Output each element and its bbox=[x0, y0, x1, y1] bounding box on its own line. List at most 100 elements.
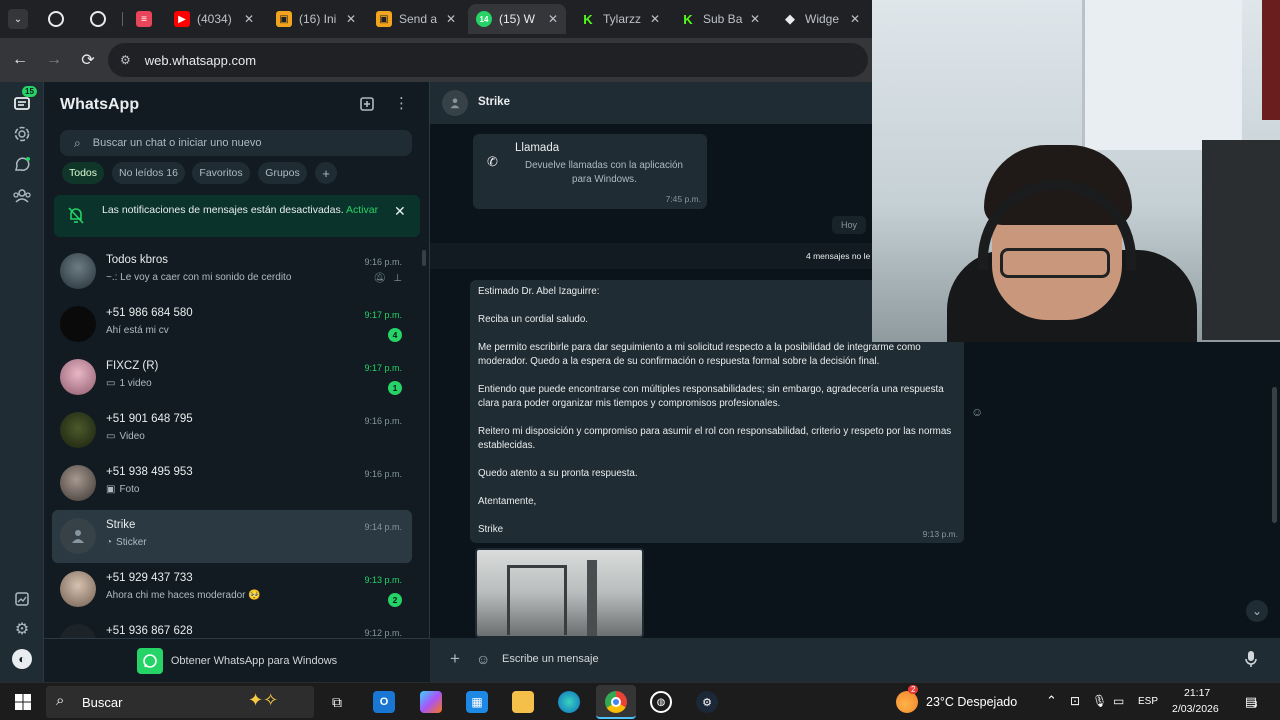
chat-row-strike[interactable]: Strike ◔ Sticker 9:14 p.m. bbox=[52, 510, 412, 563]
message-input[interactable]: Escribe un mensaje bbox=[502, 653, 1222, 665]
close-icon[interactable]: ✕ bbox=[548, 12, 558, 26]
browser-tab-whatsapp[interactable]: 14 (15) W ✕ bbox=[468, 4, 566, 34]
avatar bbox=[60, 306, 96, 342]
app-title: WhatsApp bbox=[60, 96, 140, 113]
site-info-icon[interactable]: ⚙ bbox=[120, 53, 131, 67]
taskbar-search[interactable]: ⌕ Buscar ✦✧ bbox=[46, 686, 314, 718]
back-button[interactable]: ← bbox=[10, 50, 30, 70]
scrollbar[interactable] bbox=[422, 250, 426, 266]
chat-row[interactable]: +51 936 867 628 9:12 p.m. bbox=[52, 616, 412, 638]
profile-avatar[interactable]: ◐ bbox=[12, 649, 32, 669]
get-app-label: Obtener WhatsApp para Windows bbox=[170, 654, 338, 667]
missed-call-icon: ✆ bbox=[487, 154, 498, 169]
chat-row[interactable]: +51 901 648 795 ▭ Video 9:16 p.m. bbox=[52, 404, 412, 457]
chat-row[interactable]: FIXCZ (R) ▭ 1 video 9:17 p.m. 1 bbox=[52, 351, 412, 404]
close-icon[interactable]: ✕ bbox=[244, 12, 254, 26]
contact-avatar[interactable] bbox=[442, 90, 468, 116]
chat-row-todos-kbros[interactable]: Todos kbros ~.: Le voy a caer con mi son… bbox=[52, 245, 412, 298]
edge-icon[interactable] bbox=[558, 691, 580, 713]
chat-row[interactable]: +51 986 684 580 Ahí está mi cv 9:17 p.m.… bbox=[52, 298, 412, 351]
obs-icon[interactable]: ◍ bbox=[650, 691, 672, 713]
filter-no-leidos[interactable]: No leídos 16 bbox=[112, 162, 185, 184]
browser-tab-4[interactable]: ▣ (16) Ini ✕ bbox=[268, 4, 364, 34]
get-app-link[interactable]: Obtener WhatsApp para Windows bbox=[44, 638, 430, 682]
communities-icon[interactable] bbox=[12, 186, 32, 206]
notifications-icon[interactable]: ▤ 3 bbox=[1240, 691, 1262, 713]
chats-icon[interactable]: 15 bbox=[12, 86, 37, 114]
address-bar[interactable]: ⚙ web.whatsapp.com bbox=[108, 43, 868, 77]
chat-name: +51 929 437 733 bbox=[106, 572, 193, 584]
image-message[interactable] bbox=[475, 548, 644, 638]
copilot-icon[interactable] bbox=[420, 691, 442, 713]
add-filter-button[interactable]: + bbox=[315, 162, 337, 184]
browser-tab-kick-1[interactable]: K Tylarzz ✕ bbox=[572, 4, 668, 34]
forward-button[interactable]: → bbox=[44, 50, 64, 70]
youtube-icon: ▶ bbox=[174, 11, 190, 27]
microphone-icon[interactable]: 🎙︎ bbox=[1092, 694, 1107, 708]
network-icon[interactable]: ▭ bbox=[1113, 694, 1124, 708]
filter-grupos[interactable]: Grupos bbox=[258, 162, 307, 184]
browser-tab-2[interactable] bbox=[82, 4, 116, 34]
close-icon[interactable]: ✕ bbox=[650, 12, 660, 26]
clock-time[interactable]: 21:17 bbox=[1184, 687, 1210, 699]
search-input[interactable]: ⌕ Buscar un chat o iniciar uno nuevo bbox=[60, 130, 412, 156]
weather-text[interactable]: 23°C Despejado bbox=[926, 695, 1017, 709]
filter-todos[interactable]: Todos bbox=[62, 162, 104, 184]
emoji-icon[interactable]: ☺ bbox=[476, 651, 490, 667]
tab-separator bbox=[122, 12, 123, 26]
status-icon[interactable] bbox=[12, 124, 32, 144]
steam-icon[interactable]: ⚙ bbox=[696, 691, 718, 713]
close-icon[interactable]: ✕ bbox=[394, 203, 406, 220]
chat-row[interactable]: +51 929 437 733 Ahora chi me haces moder… bbox=[52, 563, 412, 616]
tray-icon[interactable]: ⊡ bbox=[1070, 694, 1080, 708]
attach-icon[interactable]: + bbox=[450, 649, 460, 669]
browser-tab-widget[interactable]: ◆ Widge ✕ bbox=[774, 4, 868, 34]
chat-time: 9:17 p.m. bbox=[364, 310, 402, 320]
close-icon[interactable]: ✕ bbox=[446, 12, 456, 26]
chrome-taskbar-button[interactable] bbox=[596, 685, 636, 719]
chat-row[interactable]: +51 938 495 953 ▣ Foto 9:16 p.m. bbox=[52, 457, 412, 510]
menu-icon[interactable]: ⋮ bbox=[394, 96, 409, 112]
chevron-up-icon[interactable]: ⌃ bbox=[1046, 693, 1057, 709]
message-paragraph: Quedo atento a su pronta respuesta. bbox=[478, 468, 638, 479]
muted-icon: 🔕︎ bbox=[373, 273, 386, 284]
day-separator: Hoy bbox=[832, 216, 866, 234]
scroll-down-button[interactable]: ⌄ bbox=[1246, 600, 1268, 622]
close-icon[interactable]: ✕ bbox=[750, 12, 760, 26]
message-time: 7:45 p.m. bbox=[665, 194, 701, 204]
call-message[interactable]: ✆ Llamada Devuelve llamadas con la aplic… bbox=[473, 134, 707, 209]
chat-time: 9:17 p.m. bbox=[364, 363, 402, 373]
unread-badge: 2 bbox=[388, 593, 402, 607]
browser-tab-5[interactable]: ▣ Send a ✕ bbox=[368, 4, 464, 34]
browser-tab-1[interactable] bbox=[40, 4, 74, 34]
avatar bbox=[60, 253, 96, 289]
close-icon[interactable]: ✕ bbox=[850, 12, 860, 26]
scrollbar[interactable] bbox=[1272, 387, 1277, 523]
store-icon[interactable]: ▦ bbox=[466, 691, 488, 713]
outlook-icon[interactable]: O bbox=[373, 691, 395, 713]
browser-tab-kick-2[interactable]: K Sub Ba ✕ bbox=[672, 4, 768, 34]
microphone-icon[interactable] bbox=[1244, 650, 1258, 673]
file-explorer-icon[interactable] bbox=[512, 691, 534, 713]
settings-icon[interactable]: ⚙ bbox=[12, 619, 32, 639]
tab-search-button[interactable]: ⌄ bbox=[8, 9, 28, 29]
clock-date[interactable]: 2/03/2026 bbox=[1172, 703, 1219, 715]
channels-icon[interactable] bbox=[12, 155, 32, 175]
media-icon[interactable] bbox=[12, 589, 32, 609]
browser-tab-youtube[interactable]: ▶ (4034) ✕ bbox=[166, 4, 262, 34]
chat-name: FIXCZ (R) bbox=[106, 360, 159, 372]
activar-link[interactable]: Activar bbox=[346, 204, 378, 216]
weather-icon[interactable]: 2 bbox=[896, 685, 919, 713]
close-icon[interactable]: ✕ bbox=[346, 12, 356, 26]
language-indicator[interactable]: ESP bbox=[1138, 696, 1158, 707]
ext-icon bbox=[48, 11, 64, 27]
windows-start-icon[interactable] bbox=[12, 691, 34, 713]
task-view-icon[interactable]: ⧉ bbox=[326, 691, 348, 713]
new-chat-icon[interactable] bbox=[359, 96, 375, 112]
browser-tab-3[interactable]: ≡ bbox=[128, 4, 162, 34]
react-emoji-icon[interactable]: ☺ bbox=[971, 405, 983, 419]
sticker-icon: ◔ bbox=[106, 537, 113, 548]
filter-favoritos[interactable]: Favoritos bbox=[192, 162, 250, 184]
reload-button[interactable]: ⟳ bbox=[78, 50, 98, 70]
contact-name[interactable]: Strike bbox=[478, 96, 510, 108]
